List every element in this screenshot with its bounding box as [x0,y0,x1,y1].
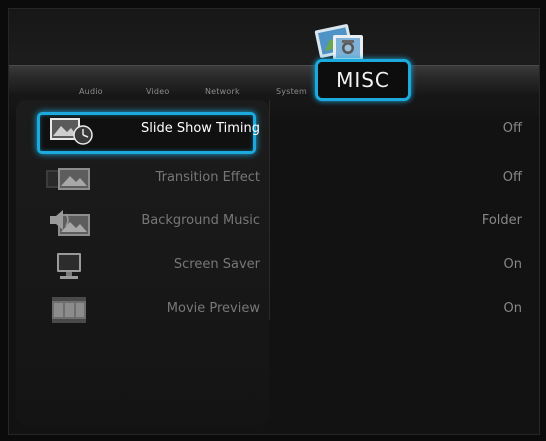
tab-audio[interactable]: Audio [79,87,103,96]
setting-row-screen-saver[interactable]: Screen Saver On [0,246,546,286]
setting-value: Off [502,170,522,185]
setting-row-movie-preview[interactable]: Movie Preview On [0,290,546,330]
setting-value: Folder [481,213,522,228]
tab-misc-label: MISC [336,68,390,92]
film-strip-icon [52,297,86,323]
setting-label: Movie Preview [166,301,260,316]
transition-effect-icon [46,168,90,190]
setting-row-transition-effect[interactable]: Transition Effect Off [0,159,546,199]
setting-label: Background Music [141,213,260,228]
setting-value: On [503,301,522,316]
tab-video[interactable]: Video [146,87,169,96]
setting-label: Slide Show Timing [141,121,260,136]
tab-system[interactable]: System [276,87,307,96]
tab-network[interactable]: Network [205,87,240,96]
tab-misc[interactable]: MISC [315,59,411,101]
setting-label: Transition Effect [155,170,260,185]
setting-row-background-music[interactable]: Background Music Folder [0,202,546,242]
setting-value: On [503,257,522,272]
slideshow-timer-icon [50,118,93,145]
setting-label: Screen Saver [173,257,260,272]
monitor-icon [57,253,81,279]
setting-row-slide-show-timing[interactable]: Slide Show Timing Off [0,110,546,150]
background-music-icon [50,210,90,236]
setting-value: Off [502,121,522,136]
